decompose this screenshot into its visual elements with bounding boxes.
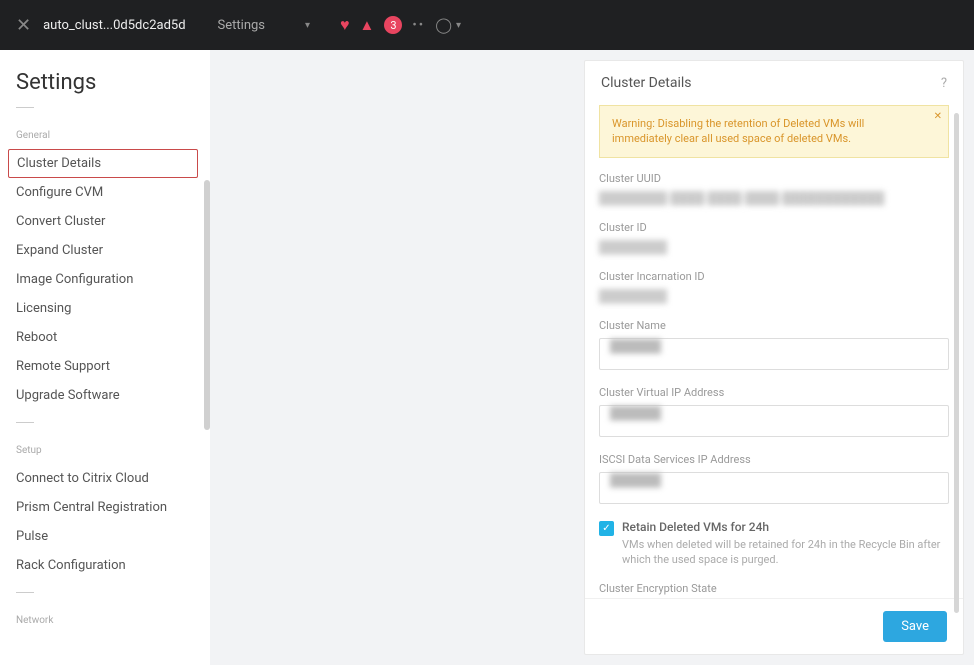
- warning-text: Warning: Disabling the retention of Dele…: [612, 117, 864, 145]
- alert-badge[interactable]: 3: [384, 16, 402, 34]
- sidebar-item-licensing[interactable]: Licensing: [16, 294, 194, 323]
- sidebar-item-convert-cluster[interactable]: Convert Cluster: [16, 207, 194, 236]
- field-value: ████████: [599, 240, 949, 254]
- help-icon[interactable]: ?: [941, 76, 947, 91]
- sidebar-item-reboot[interactable]: Reboot: [16, 323, 194, 352]
- retain-checkbox[interactable]: ✓: [599, 521, 614, 536]
- field-label: Cluster UUID: [599, 172, 949, 185]
- field-label: Cluster Name: [599, 319, 949, 332]
- page-title: Settings: [16, 70, 194, 95]
- heart-icon[interactable]: ♥: [340, 15, 350, 35]
- main-area: Settings General Cluster Details Configu…: [0, 50, 974, 665]
- panel-title: Cluster Details: [601, 75, 692, 91]
- status-circle-icon[interactable]: ◯ ▾: [435, 16, 461, 34]
- warning-close-icon[interactable]: ✕: [934, 110, 942, 124]
- field-cluster-name: Cluster Name ██████: [599, 319, 949, 370]
- panel-body: Warning: Disabling the retention of Dele…: [585, 105, 963, 598]
- section-setup-label: Setup: [16, 445, 194, 456]
- field-incarnation-id: Cluster Incarnation ID ████████: [599, 270, 949, 303]
- field-label: Cluster ID: [599, 221, 949, 234]
- virtual-ip-input[interactable]: ██████: [599, 405, 949, 437]
- panel-scrollbar[interactable]: [954, 113, 959, 613]
- settings-dropdown[interactable]: Settings ▾: [218, 18, 311, 33]
- sidebar-item-upgrade-software[interactable]: Upgrade Software: [16, 381, 194, 410]
- divider: [16, 592, 34, 593]
- retain-label: Retain Deleted VMs for 24h: [622, 520, 949, 534]
- sidebar-item-configure-cvm[interactable]: Configure CVM: [16, 178, 194, 207]
- settings-dropdown-label: Settings: [218, 18, 265, 33]
- section-network-label: Network: [16, 615, 194, 626]
- sidebar-item-prism-central[interactable]: Prism Central Registration: [16, 493, 194, 522]
- sidebar: Settings General Cluster Details Configu…: [0, 50, 210, 665]
- content-area: Cluster Details ? Warning: Disabling the…: [210, 50, 974, 665]
- divider: [16, 107, 34, 108]
- close-icon[interactable]: ✕: [16, 15, 31, 36]
- field-cluster-uuid: Cluster UUID ████████-████-████-████-███…: [599, 172, 949, 205]
- retain-deleted-vms-row: ✓ Retain Deleted VMs for 24h VMs when de…: [599, 520, 949, 568]
- save-button[interactable]: Save: [883, 611, 947, 642]
- cluster-details-panel: Cluster Details ? Warning: Disabling the…: [584, 60, 964, 655]
- field-cluster-id: Cluster ID ████████: [599, 221, 949, 254]
- divider: [16, 422, 34, 423]
- sidebar-item-expand-cluster[interactable]: Expand Cluster: [16, 236, 194, 265]
- retain-description: VMs when deleted will be retained for 24…: [622, 537, 949, 568]
- sidebar-item-pulse[interactable]: Pulse: [16, 522, 194, 551]
- panel-footer: Save: [585, 598, 963, 654]
- sidebar-item-image-configuration[interactable]: Image Configuration: [16, 265, 194, 294]
- sidebar-item-cluster-details[interactable]: Cluster Details: [8, 149, 198, 178]
- field-iscsi-ip: ISCSI Data Services IP Address ██████: [599, 453, 949, 504]
- iscsi-ip-input[interactable]: ██████: [599, 472, 949, 504]
- bell-icon[interactable]: ▲: [360, 16, 375, 34]
- sidebar-item-remote-support[interactable]: Remote Support: [16, 352, 194, 381]
- field-encryption: Cluster Encryption State Not Encrypted: [599, 582, 949, 598]
- field-value: ████████-████-████-████-████████████: [599, 191, 949, 205]
- section-general-label: General: [16, 130, 194, 141]
- field-virtual-ip: Cluster Virtual IP Address ██████: [599, 386, 949, 437]
- chevron-down-icon: ▾: [305, 20, 310, 31]
- sidebar-item-connect-citrix[interactable]: Connect to Citrix Cloud: [16, 464, 194, 493]
- sidebar-item-rack-config[interactable]: Rack Configuration: [16, 551, 194, 580]
- topbar-icons: ♥ ▲ 3 •• ◯ ▾: [340, 15, 461, 35]
- field-label: ISCSI Data Services IP Address: [599, 453, 949, 466]
- cluster-name-input[interactable]: ██████: [599, 338, 949, 370]
- field-label: Cluster Virtual IP Address: [599, 386, 949, 399]
- field-value: ████████: [599, 289, 949, 303]
- warning-banner: Warning: Disabling the retention of Dele…: [599, 105, 949, 158]
- cluster-name-label: auto_clust...0d5dc2ad5d: [43, 18, 185, 33]
- encryption-label: Cluster Encryption State: [599, 582, 949, 595]
- field-label: Cluster Incarnation ID: [599, 270, 949, 283]
- top-bar: ✕ auto_clust...0d5dc2ad5d Settings ▾ ♥ ▲…: [0, 0, 974, 50]
- dots-icon[interactable]: ••: [412, 18, 425, 33]
- panel-header: Cluster Details ?: [585, 61, 963, 105]
